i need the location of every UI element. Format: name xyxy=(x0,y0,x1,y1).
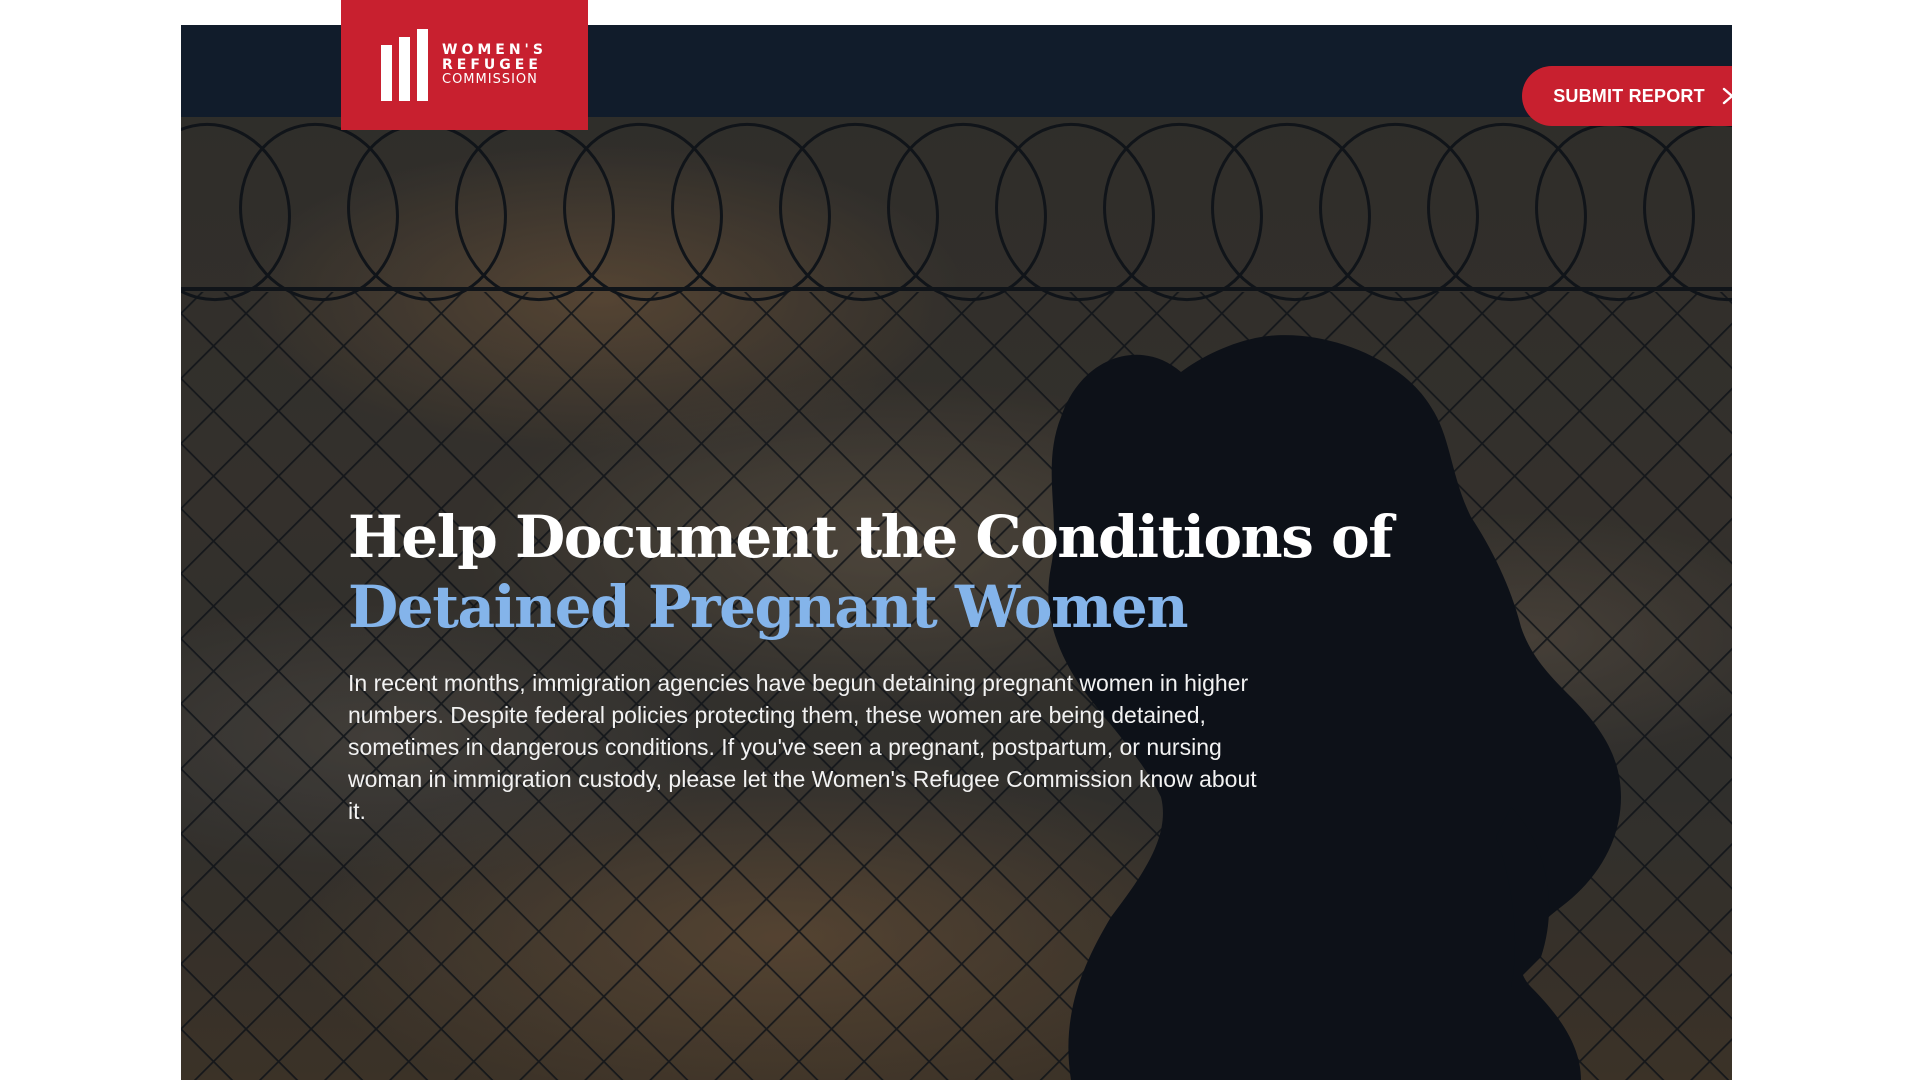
logo-wordmark: WOMEN'S REFUGEE COMMISSION xyxy=(442,43,547,86)
wrc-logo[interactable]: WOMEN'S REFUGEE COMMISSION xyxy=(341,0,588,130)
logo-line-3: COMMISSION xyxy=(442,71,538,87)
logo-line-1: WOMEN'S xyxy=(442,42,547,59)
logo-line-2: REFUGEE xyxy=(442,57,542,74)
chevron-right-icon xyxy=(1722,87,1732,105)
submit-report-label: SUBMIT REPORT xyxy=(1553,85,1705,106)
submit-report-button[interactable]: SUBMIT REPORT xyxy=(1522,66,1732,126)
headline-line-1: Help Document the Conditions of xyxy=(348,503,1393,571)
logo-bars-icon xyxy=(381,29,428,101)
hero-headline: Help Document the Conditions of Detained… xyxy=(348,502,1393,642)
hero-intro-paragraph: In recent months, immigration agencies h… xyxy=(348,670,1257,824)
headline-line-2: Detained Pregnant Women xyxy=(348,573,1188,641)
